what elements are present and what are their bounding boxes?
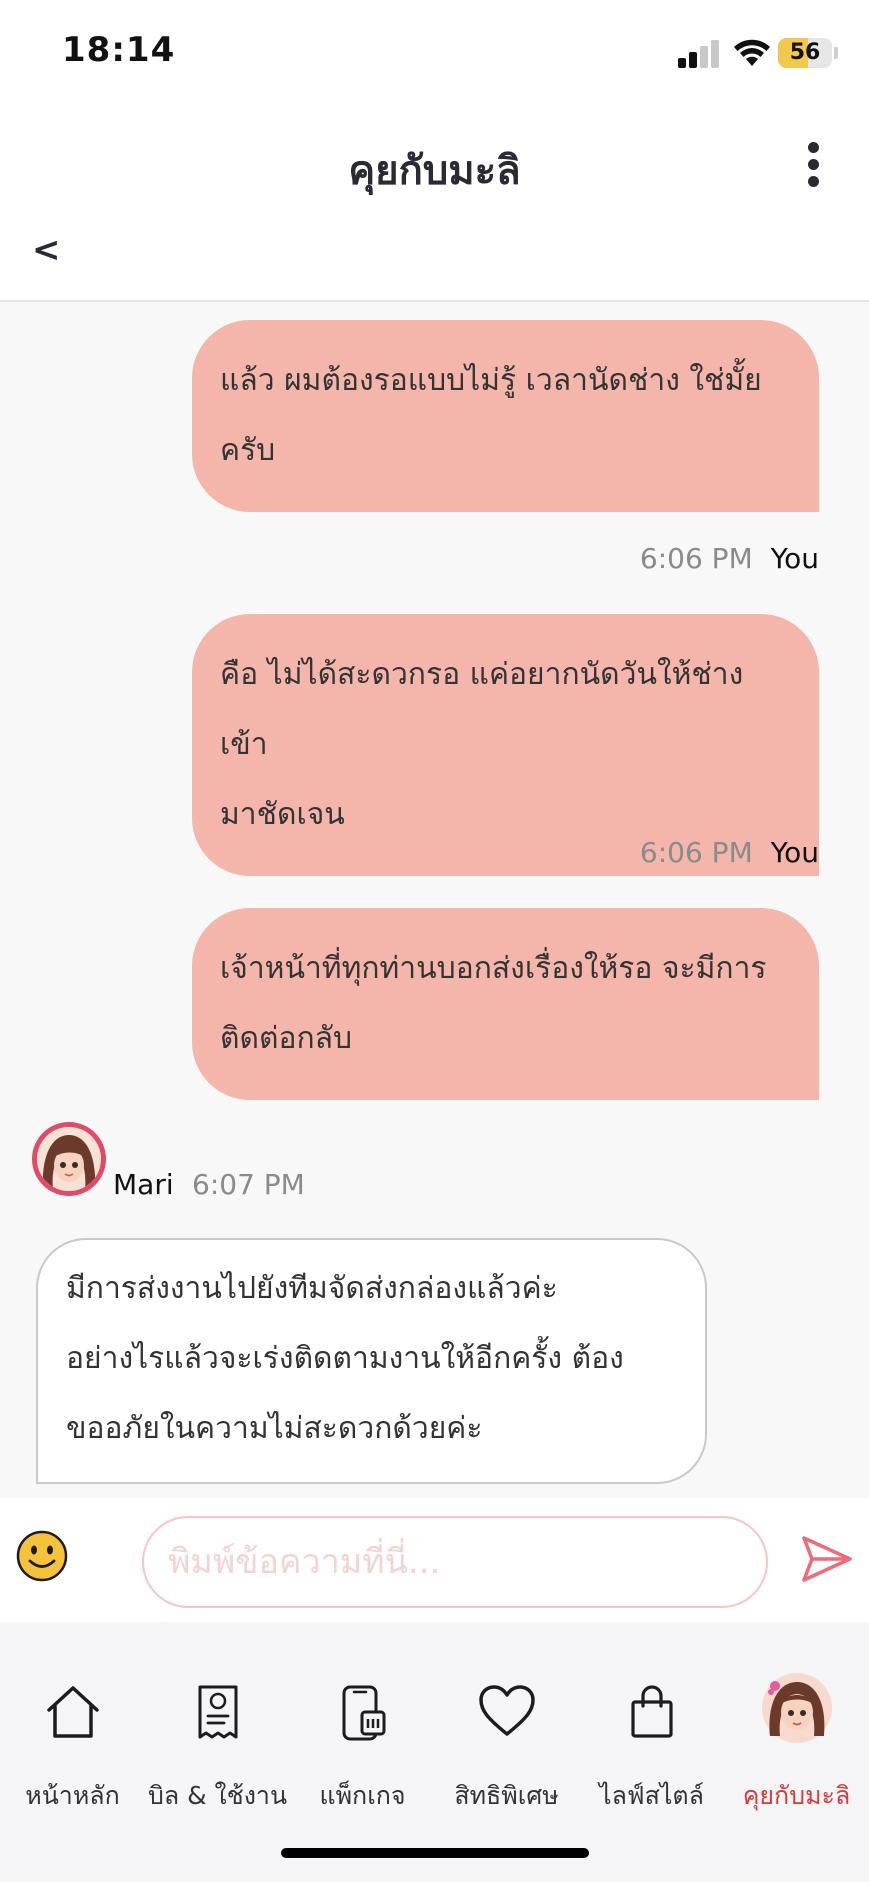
chat-header: คุยกับมะลิ < [0,100,869,302]
more-options-icon[interactable] [800,140,830,190]
home-icon [46,1686,99,1738]
home-indicator [281,1848,589,1858]
user-message-bubble: แล้ว ผมต้องรอแบบไม่รู้ เวลานัดช่าง ใช่มั… [192,320,819,512]
message-text-line: ครับ [220,433,276,468]
nav-item-package[interactable]: แพ็กเกจ [290,1658,435,1810]
nav-label: หน้าหลัก [25,1781,120,1810]
message-text-line: คือ ไม่ได้สะดวกรอ แค่อยากนัดวันให้ช่างเข… [220,657,744,762]
emoji-icon[interactable] [16,1530,68,1582]
user-message-bubble: เจ้าหน้าที่ทุกท่านบอกส่งเรื่องให้รอ จะมี… [192,908,819,1100]
message-time: 6:06 PM [639,542,753,575]
message-input[interactable] [142,1516,768,1608]
message-sender: You [770,542,819,575]
nav-label: ไลฟ์สไตล์ [599,1781,704,1810]
message-text-line: แล้ว ผมต้องรอแบบไม่รู้ เวลานัดช่าง ใช่มั… [220,363,762,398]
bill-icon [198,1685,237,1739]
shopping-bag-icon [630,1685,673,1738]
bot-sender-name: Mari [113,1168,174,1201]
nav-label: แพ็กเกจ [319,1781,406,1810]
nav-label: คุยกับมะลิ [742,1781,851,1810]
status-bar: 18:14 56 [0,0,869,100]
nav-item-chat-mari[interactable]: คุยกับมะลิ [724,1658,869,1810]
message-text-line: มีการส่งงานไปยังทีมจัดส่งกล่องแล้วค่ะ [66,1271,558,1306]
signal-icon [678,40,722,68]
message-time: 6:06 PM [639,836,753,869]
wifi-icon [734,39,770,66]
mari-avatar-icon [761,1673,832,1743]
nav-item-lifestyle[interactable]: ไลฟ์สไตล์ [579,1658,724,1810]
nav-item-home[interactable]: หน้าหลัก [0,1658,145,1810]
nav-item-bill[interactable]: บิล & ใช้งาน [145,1658,290,1810]
page-title: คุยกับมะลิ [348,148,521,194]
send-icon[interactable] [800,1534,854,1584]
heart-icon [478,1685,535,1736]
battery-level: 56 [789,40,821,65]
nav-item-privileges[interactable]: สิทธิพิเศษ [434,1658,579,1810]
message-sender: You [770,836,819,869]
package-phone-icon [342,1685,385,1741]
message-text-line: อย่างไรแล้วจะเร่งติดตามงานให้อีกครั้ง ต้… [66,1341,624,1376]
status-time: 18:14 [62,30,176,70]
message-meta: 6:06 PM You [640,542,819,582]
bot-message-bubble: มีการส่งงานไปยังทีมจัดส่งกล่องแล้วค่ะ อย… [36,1238,707,1484]
message-input-bar [0,1498,869,1622]
mari-avatar [32,1122,106,1196]
message-meta: 6:06 PM You [640,836,819,876]
message-text-line: ติดต่อกลับ [220,1021,353,1056]
mari-face-icon [37,1127,101,1191]
nav-label: บิล & ใช้งาน [147,1781,288,1810]
bot-message-time: 6:07 PM [192,1168,305,1201]
nav-label: สิทธิพิเศษ [454,1781,559,1810]
battery-tip [834,47,838,59]
chat-messages[interactable]: แล้ว ผมต้องรอแบบไม่รู้ เวลานัดช่าง ใช่มั… [0,302,869,1498]
message-text-line: ขออภัยในความไม่สะดวกด้วยค่ะ [66,1411,483,1446]
bottom-navigation: หน้าหลัก บิล & ใช้งาน แพ็กเกจ สิทธิพิเศษ… [0,1622,869,1882]
battery-icon: 56 [778,38,832,68]
message-text-line: เจ้าหน้าที่ทุกท่านบอกส่งเรื่องให้รอ จะมี… [220,951,767,986]
back-button[interactable]: < [32,230,72,270]
